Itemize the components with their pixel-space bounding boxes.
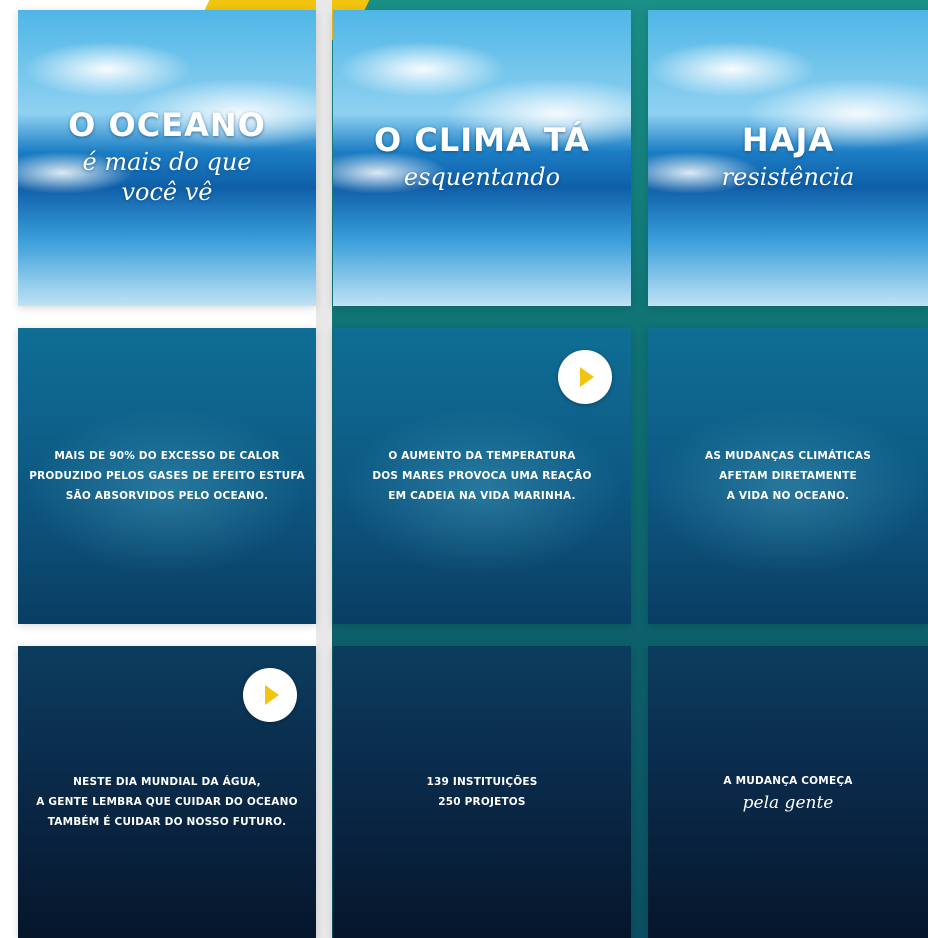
tile-caption: 139 INSTITUIÇÕES 250 PROJETOS [426,776,538,808]
play-icon[interactable] [243,668,297,722]
tile-temperatura[interactable]: O AUMENTO DA TEMPERATURA DOS MARES PROVO… [333,328,631,624]
play-triangle-icon [265,685,279,705]
grid-gap [316,0,332,938]
tile-script: esquentando [403,162,561,191]
tile-caption: O AUMENTO DA TEMPERATURA DOS MARES PROVO… [372,450,592,502]
play-icon[interactable] [558,350,612,404]
tile-title: HAJA [741,121,835,160]
tile-calor[interactable]: MAIS DE 90% DO EXCESSO DE CALOR PRODUZID… [18,328,316,624]
tile-caption: A MUDANÇA COMEÇA [723,775,853,787]
tile-mudanca-comeca[interactable]: A MUDANÇA COMEÇA pela gente [648,646,928,938]
tile-script: resistência [721,162,855,191]
tile-caption: AS MUDANÇAS CLIMÁTICAS AFETAM DIRETAMENT… [705,450,871,502]
tile-haja[interactable]: HAJA resistência [648,10,928,306]
tile-caption: NESTE DIA MUNDIAL DA ÁGUA, A GENTE LEMBR… [36,776,298,828]
tile-title: O OCEANO [68,106,266,145]
tile-oceano[interactable]: O OCEANO é mais do que você vê [18,10,316,306]
tile-instituicoes[interactable]: 139 INSTITUIÇÕES 250 PROJETOS [333,646,631,938]
tile-script: pela gente [742,793,834,813]
play-triangle-icon [580,367,594,387]
tile-script: é mais do que você vê [82,147,252,206]
tile-title: O CLIMA TÁ [374,121,590,160]
tile-dia-agua[interactable]: NESTE DIA MUNDIAL DA ÁGUA, A GENTE LEMBR… [18,646,316,938]
tile-mudancas[interactable]: AS MUDANÇAS CLIMÁTICAS AFETAM DIRETAMENT… [648,328,928,624]
tile-caption: MAIS DE 90% DO EXCESSO DE CALOR PRODUZID… [29,450,305,502]
tile-clima[interactable]: O CLIMA TÁ esquentando [333,10,631,306]
